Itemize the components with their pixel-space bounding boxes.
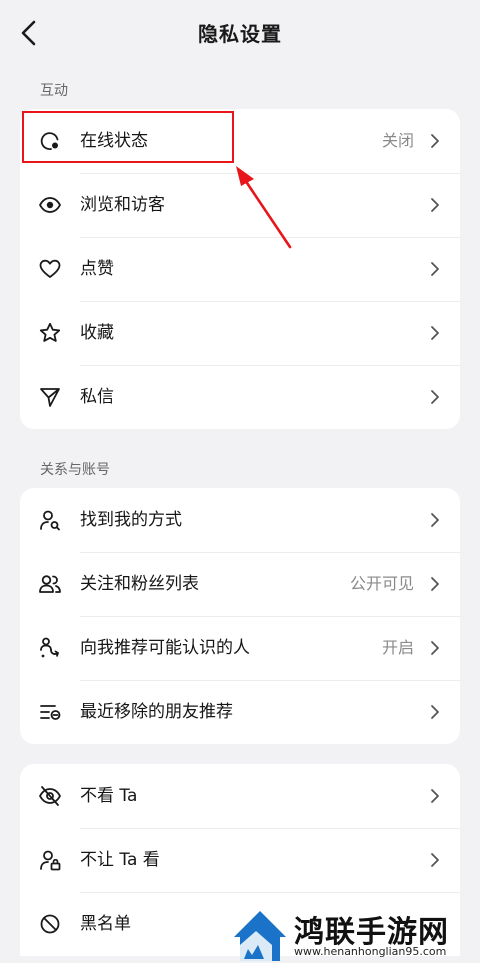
- row-find-me[interactable]: 找到我的方式: [20, 488, 460, 552]
- row-removed-recommendations[interactable]: 最近移除的朋友推荐: [20, 680, 460, 744]
- header-bar: 隐私设置: [0, 0, 480, 66]
- star-icon: [38, 321, 62, 345]
- row-value: 关闭: [381, 131, 414, 150]
- chevron-right-icon: [431, 705, 439, 719]
- chevron-right-icon: [431, 262, 439, 276]
- chevron-right-icon: [431, 134, 439, 148]
- users-icon: [38, 572, 62, 596]
- eye-off-icon: [38, 784, 62, 808]
- eye-icon: [38, 193, 62, 217]
- row-label: 不看 Ta: [80, 786, 138, 806]
- send-icon: [38, 385, 62, 409]
- user-lock-icon: [38, 848, 62, 872]
- row-label: 找到我的方式: [80, 510, 182, 530]
- list-removed-icon: [38, 700, 62, 724]
- chevron-right-icon: [431, 513, 439, 527]
- row-value: 开启: [381, 638, 414, 657]
- watermark-url: www.henanhonglian95.com: [294, 945, 447, 958]
- chevron-right-icon: [431, 326, 439, 340]
- row-label: 浏览和访客: [80, 195, 165, 215]
- row-label: 关注和粉丝列表: [80, 574, 199, 594]
- chevron-right-icon: [431, 789, 439, 803]
- row-label: 黑名单: [80, 914, 131, 934]
- page-title: 隐私设置: [198, 22, 282, 46]
- chevron-right-icon: [431, 198, 439, 212]
- row-label: 不让 Ta 看: [80, 850, 160, 870]
- row-messages[interactable]: 私信: [20, 365, 460, 429]
- row-label: 点赞: [80, 259, 114, 279]
- row-label: 私信: [80, 387, 114, 407]
- row-block-ta-view[interactable]: 不让 Ta 看: [20, 828, 460, 892]
- section-label-interaction: 互动: [40, 83, 68, 99]
- row-label: 最近移除的朋友推荐: [80, 702, 233, 722]
- recommend-icon: [38, 636, 62, 660]
- chevron-right-icon: [431, 641, 439, 655]
- section-label-relations: 关系与账号: [40, 462, 110, 478]
- heart-icon: [38, 257, 62, 281]
- chevron-right-icon: [431, 390, 439, 404]
- row-hide-ta[interactable]: 不看 Ta: [20, 764, 460, 828]
- row-value: 公开可见: [349, 574, 414, 593]
- annotation-arrow-icon: [236, 166, 292, 249]
- row-label: 向我推荐可能认识的人: [80, 638, 250, 658]
- chevron-right-icon: [431, 853, 439, 867]
- row-label: 收藏: [80, 323, 114, 343]
- house-logo-icon: [234, 911, 286, 961]
- row-follow-list[interactable]: 关注和粉丝列表 公开可见: [20, 552, 460, 616]
- row-favorites[interactable]: 收藏: [20, 301, 460, 365]
- highlight-box: [22, 111, 234, 163]
- chevron-right-icon: [431, 577, 439, 591]
- block-icon: [38, 912, 62, 936]
- row-recommend-people[interactable]: 向我推荐可能认识的人 开启: [20, 616, 460, 680]
- user-search-icon: [38, 508, 62, 532]
- watermark: 鸿联手游网 www.henanhonglian95.com: [232, 905, 472, 963]
- relations-card: 找到我的方式 关注和粉丝列表 公开可见 向我推荐可能认识的人 开启 最近移除的朋…: [20, 488, 460, 744]
